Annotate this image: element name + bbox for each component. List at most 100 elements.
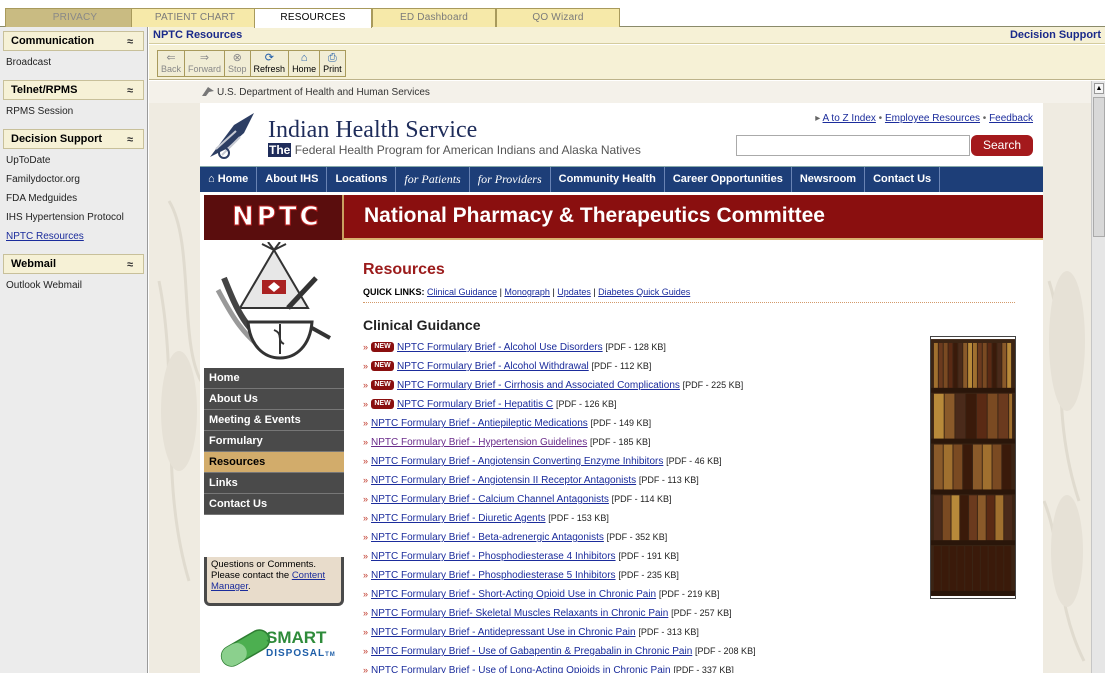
nav-contact-us[interactable]: Contact Us [865,167,941,192]
quick-link-diabetes-quick-guides[interactable]: Diabetes Quick Guides [598,287,690,297]
back-button[interactable]: ⇐ Back [158,51,186,76]
document-link[interactable]: NPTC Formulary Brief - Diuretic Agents [371,513,546,524]
document-link[interactable]: NPTC Formulary Brief - Short-Acting Opio… [371,589,656,600]
document-link[interactable]: NPTC Formulary Brief - Beta-adrenergic A… [371,532,604,543]
left-nav-contact-us[interactable]: Contact Us [204,494,344,515]
bookshelf-image [930,336,1016,599]
sidebar-item-broadcast[interactable]: Broadcast [0,53,147,72]
quick-link-monograph[interactable]: Monograph [504,287,550,297]
section-heading: Resources [363,261,445,278]
sidebar-item-fda-medguides[interactable]: FDA Medguides [0,189,147,208]
sidebar-section-telnet-rpms[interactable]: Telnet/RPMS ≈ [3,80,144,100]
left-nav-home[interactable]: Home [204,368,344,389]
sidebar-item-familydoctor-org[interactable]: Familydoctor.org [0,170,147,189]
tab-qo-wizard[interactable]: QO Wizard [496,8,620,27]
document-link[interactable]: NPTC Formulary Brief - Use of Long-Actin… [371,665,671,673]
collapse-chevron-icon[interactable]: ≈ [127,33,133,51]
document-size: [PDF - 126 KB] [555,399,617,409]
tab-privacy[interactable]: PRIVACY [5,8,145,27]
document-link[interactable]: NPTC Formulary Brief - Alcohol Use Disor… [397,342,603,353]
left-column: Home About Us Meeting & Events Formulary Res… [204,242,344,673]
document-link[interactable]: NPTC Formulary Brief - Cirrhosis and Ass… [397,380,680,391]
document-row: » NPTC Formulary Brief - Angiotensin II R… [363,471,923,490]
nptc-emblem-icon [204,242,344,368]
ihs-logo-icon[interactable] [206,109,260,161]
sidebar-item-outlook-webmail[interactable]: Outlook Webmail [0,276,147,295]
sidebar-section-communication[interactable]: Communication ≈ [3,31,144,51]
top-link-a-to-z-index[interactable]: A to Z Index [823,113,876,124]
stop-label: Stop [228,64,247,74]
smart-disposal-logo[interactable]: SMART DISPOSALTM [212,622,336,670]
document-row: » NEW NPTC Formulary Brief - Cirrhosis and… [363,376,923,395]
print-button[interactable]: ⎙ Print [320,51,345,76]
left-nav-about-us[interactable]: About Us [204,389,344,410]
top-link-employee-resources[interactable]: Employee Resources [885,113,980,124]
document-link[interactable]: NPTC Formulary Brief - Angiotensin II Re… [371,475,636,486]
nav-for-providers[interactable]: for Providers [470,167,551,192]
sidebar-item-nptc-resources[interactable]: NPTC Resources [0,227,147,246]
document-link[interactable]: NPTC Formulary Brief - Antidepressant Us… [371,627,636,638]
nav-home[interactable]: ⌂ Home [200,167,258,192]
document-link[interactable]: NPTC Formulary Brief - Angiotensin Conve… [371,456,663,467]
document-link[interactable]: NPTC Formulary Brief - Hepatitis C [397,399,553,410]
tab-resources[interactable]: RESOURCES [254,8,372,28]
page-title: NPTC Resources [153,29,243,41]
left-nav-meeting-events[interactable]: Meeting & Events [204,410,344,431]
document-link[interactable]: NPTC Formulary Brief - Antiepileptic Med… [371,418,588,429]
nptc-logo[interactable]: NPTC [204,195,344,240]
bullet-arrow-icon: ▸ [815,113,823,124]
top-link-feedback[interactable]: Feedback [989,113,1033,124]
scroll-thumb[interactable] [1093,97,1105,237]
document-link[interactable]: NPTC Formulary Brief - Phosphodiesterase… [371,570,616,581]
tab-ed-dashboard[interactable]: ED Dashboard [372,8,496,27]
stop-button[interactable]: ⊗ Stop [225,51,251,76]
left-nav-resources[interactable]: Resources [204,452,344,473]
home-button[interactable]: ⌂ Home [289,51,321,76]
left-nav-links[interactable]: Links [204,473,344,494]
nav-community-health[interactable]: Community Health [551,167,665,192]
document-link[interactable]: NPTC Formulary Brief - Hypertension Guid… [371,437,587,448]
document-size: [PDF - 191 KB] [618,551,679,561]
document-row: » NPTC Formulary Brief- Skeletal Muscles … [363,604,923,623]
book-spine [977,342,982,388]
sidebar-section-items: Broadcast [0,51,147,76]
book-spine [933,546,941,592]
site-title[interactable]: Indian Health Service [268,117,477,144]
refresh-button[interactable]: ⟳ Refresh [251,51,290,76]
nav-career-opportunities[interactable]: Career Opportunities [665,167,792,192]
quick-link-updates[interactable]: Updates [557,287,591,297]
sidebar-item-rpms-session[interactable]: RPMS Session [0,102,147,121]
nav-for-patients[interactable]: for Patients [396,167,470,192]
document-link[interactable]: NPTC Formulary Brief - Phosphodiesterase… [371,551,616,562]
sidebar-section-webmail[interactable]: Webmail ≈ [3,254,144,274]
sidebar-item-uptodate[interactable]: UpToDate [0,151,147,170]
shelf-board [931,438,1015,444]
book-spine [973,444,982,490]
tab-patient-chart[interactable]: PATIENT CHART [131,8,259,27]
nav-locations[interactable]: Locations [327,167,397,192]
clinical-guidance-heading: Clinical Guidance [363,317,481,333]
sidebar-item-ihs-hypertension-protocol[interactable]: IHS Hypertension Protocol [0,208,147,227]
document-link[interactable]: NPTC Formulary Brief - Use of Gabapentin… [371,646,692,657]
document-link[interactable]: NPTC Formulary Brief - Alcohol Withdrawa… [397,361,589,372]
vertical-scrollbar[interactable]: ▲ [1091,81,1105,673]
forward-button[interactable]: ⇒ Forward [185,51,226,76]
search-button[interactable]: Search [971,135,1033,156]
collapse-chevron-icon[interactable]: ≈ [127,256,133,274]
collapse-chevron-icon[interactable]: ≈ [127,131,133,149]
nav-newsroom[interactable]: Newsroom [792,167,866,192]
left-nav-formulary[interactable]: Formulary [204,431,344,452]
book-spine [943,342,948,388]
document-link[interactable]: NPTC Formulary Brief - Calcium Channel A… [371,494,609,505]
sidebar-section-decision-support[interactable]: Decision Support ≈ [3,129,144,149]
scroll-up-button[interactable]: ▲ [1094,83,1104,94]
hhs-link[interactable]: U.S. Department of Health and Human Serv… [217,87,430,98]
book-spine [996,546,1004,592]
quick-link-clinical-guidance[interactable]: Clinical Guidance [427,287,497,297]
search-input[interactable] [736,135,970,156]
nav-about-ihs[interactable]: About IHS [257,167,328,192]
collapse-chevron-icon[interactable]: ≈ [127,82,133,100]
bullet-arrow-icon: » [363,399,369,409]
browser-toolbar: ⇐ Back ⇒ Forward ⊗ Stop ⟳ Refresh ⌂ Home ⎙ Print [149,45,1105,80]
document-link[interactable]: NPTC Formulary Brief- Skeletal Muscles R… [371,608,668,619]
